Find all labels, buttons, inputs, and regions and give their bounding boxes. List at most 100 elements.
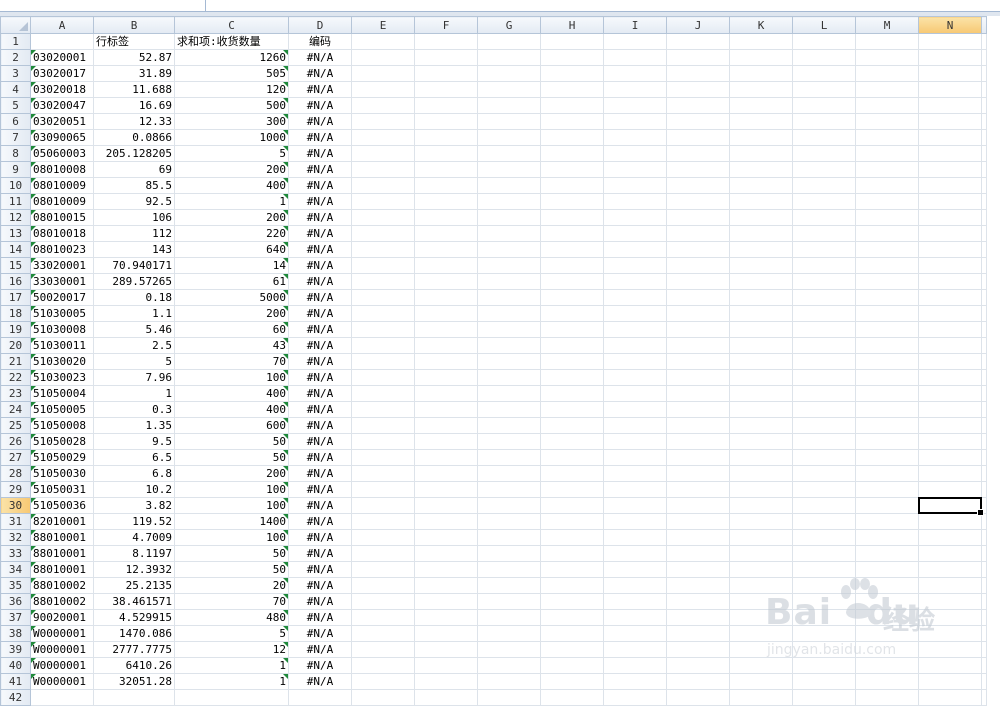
cell-d[interactable]: 编码 [288, 33, 352, 50]
cell-empty[interactable] [351, 209, 415, 226]
cell-empty[interactable] [351, 673, 415, 690]
cell-empty[interactable] [729, 689, 793, 706]
cell-empty[interactable] [666, 641, 730, 658]
column-header-l[interactable]: L [792, 16, 856, 34]
cell-empty[interactable] [918, 545, 982, 562]
cell-empty[interactable] [792, 641, 856, 658]
cell-empty[interactable] [540, 481, 604, 498]
cell-b[interactable]: 1.35 [93, 417, 175, 434]
cell-empty[interactable] [981, 401, 987, 418]
cell-empty[interactable] [351, 337, 415, 354]
cell-empty[interactable] [981, 177, 987, 194]
cell-empty[interactable] [351, 433, 415, 450]
cell-empty[interactable] [729, 177, 793, 194]
cell-empty[interactable] [351, 193, 415, 210]
cell-empty[interactable] [792, 353, 856, 370]
cell-a[interactable]: W0000001 [30, 625, 94, 642]
cell-empty[interactable] [414, 305, 478, 322]
cell-empty[interactable] [855, 321, 919, 338]
cell-empty[interactable] [540, 593, 604, 610]
cell-empty[interactable] [477, 161, 541, 178]
cell-empty[interactable] [540, 561, 604, 578]
cell-empty[interactable] [918, 561, 982, 578]
cell-empty[interactable] [729, 321, 793, 338]
cell-empty[interactable] [729, 305, 793, 322]
spreadsheet-grid[interactable]: ABCDEFGHIJKLMN 1 行标签 求和项:收货数量 编码 2 03020001 52… [0, 16, 987, 706]
cell-empty[interactable] [477, 401, 541, 418]
cell-empty[interactable] [792, 369, 856, 386]
row-header[interactable]: 18 [0, 305, 31, 322]
cell-b[interactable]: 2777.7775 [93, 641, 175, 658]
row-header[interactable]: 17 [0, 289, 31, 306]
cell-empty[interactable] [351, 609, 415, 626]
row-header[interactable]: 41 [0, 673, 31, 690]
cell-empty[interactable] [540, 177, 604, 194]
cell-a[interactable]: 08010008 [30, 161, 94, 178]
cell-empty[interactable] [351, 513, 415, 530]
cell-empty[interactable] [414, 33, 478, 50]
cell-c[interactable]: 1 [174, 673, 289, 690]
cell-empty[interactable] [477, 129, 541, 146]
cell-empty[interactable] [981, 433, 987, 450]
cell-empty[interactable] [414, 321, 478, 338]
cell-empty[interactable] [855, 417, 919, 434]
cell-empty[interactable] [603, 177, 667, 194]
cell-b[interactable]: 12.33 [93, 113, 175, 130]
cell-c[interactable]: 100 [174, 497, 289, 514]
cell-empty[interactable] [540, 49, 604, 66]
cell-a[interactable]: 33030001 [30, 273, 94, 290]
cell-d[interactable]: #N/A [288, 577, 352, 594]
cell-b[interactable]: 205.128205 [93, 145, 175, 162]
cell-empty[interactable] [477, 353, 541, 370]
cell-empty[interactable] [981, 449, 987, 466]
cell-empty[interactable] [603, 273, 667, 290]
row-header[interactable]: 37 [0, 609, 31, 626]
cell-empty[interactable] [414, 209, 478, 226]
cell-empty[interactable] [414, 113, 478, 130]
cell-empty[interactable] [414, 257, 478, 274]
cell-empty[interactable] [729, 593, 793, 610]
cell-empty[interactable] [414, 561, 478, 578]
cell-b[interactable]: 6410.26 [93, 657, 175, 674]
cell-empty[interactable] [477, 561, 541, 578]
cell-empty[interactable] [855, 593, 919, 610]
cell-b[interactable]: 5.46 [93, 321, 175, 338]
cell-b[interactable]: 4.529915 [93, 609, 175, 626]
cell-a[interactable]: 08010018 [30, 225, 94, 242]
column-header-e[interactable]: E [351, 16, 415, 34]
row-header[interactable]: 24 [0, 401, 31, 418]
cell-empty[interactable] [918, 433, 982, 450]
cell-empty[interactable] [792, 401, 856, 418]
cell-b[interactable]: 11.688 [93, 81, 175, 98]
cell-empty[interactable] [981, 353, 987, 370]
cell-empty[interactable] [351, 369, 415, 386]
cell-empty[interactable] [918, 401, 982, 418]
cell-empty[interactable] [603, 353, 667, 370]
cell-empty[interactable] [729, 97, 793, 114]
cell-b[interactable]: 行标签 [93, 33, 175, 50]
cell-empty[interactable] [981, 369, 987, 386]
cell-empty[interactable] [666, 145, 730, 162]
cell-empty[interactable] [666, 625, 730, 642]
cell-empty[interactable] [540, 65, 604, 82]
cell-empty[interactable] [540, 289, 604, 306]
cell-empty[interactable] [666, 129, 730, 146]
cell-c[interactable]: 100 [174, 529, 289, 546]
cell-empty[interactable] [540, 113, 604, 130]
cell-a[interactable] [30, 689, 94, 706]
cell-empty[interactable] [792, 129, 856, 146]
cell-empty[interactable] [918, 273, 982, 290]
cell-d[interactable]: #N/A [288, 145, 352, 162]
cell-empty[interactable] [351, 225, 415, 242]
cell-b[interactable] [93, 689, 175, 706]
cell-empty[interactable] [477, 449, 541, 466]
cell-a[interactable]: 88010002 [30, 577, 94, 594]
cell-b[interactable]: 0.0866 [93, 129, 175, 146]
cell-d[interactable]: #N/A [288, 305, 352, 322]
cell-empty[interactable] [792, 689, 856, 706]
cell-empty[interactable] [540, 321, 604, 338]
cell-c[interactable]: 1000 [174, 129, 289, 146]
cell-empty[interactable] [540, 625, 604, 642]
cell-empty[interactable] [666, 209, 730, 226]
cell-empty[interactable] [792, 433, 856, 450]
